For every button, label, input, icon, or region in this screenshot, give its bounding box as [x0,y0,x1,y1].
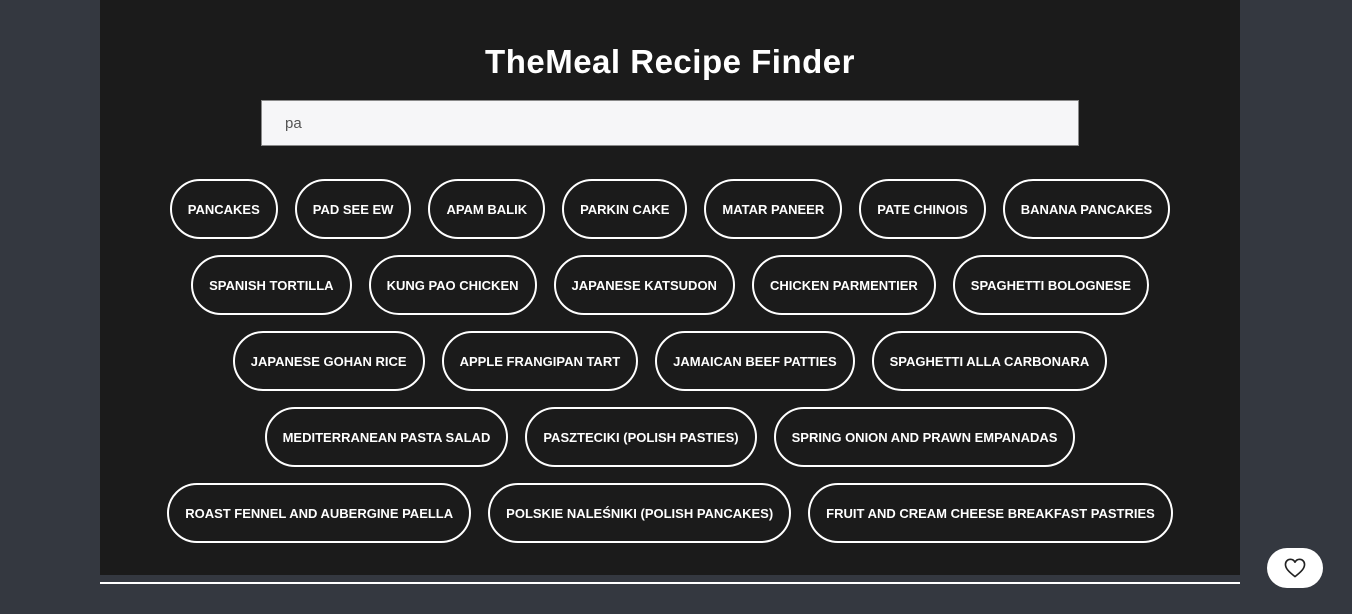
meal-button[interactable]: PAD SEE EW [294,179,412,239]
meal-button[interactable]: SPAGHETTI BOLOGNESE [952,255,1149,315]
meal-button[interactable]: MEDITERRANEAN PASTA SALAD [264,407,509,467]
meal-button[interactable]: FRUIT AND CREAM CHEESE BREAKFAST PASTRIE… [808,483,1173,543]
meal-button[interactable]: APPLE FRANGIPAN TART [441,331,639,391]
meal-button[interactable]: PANCAKES [169,179,278,239]
meal-button[interactable]: APAM BALIK [428,179,546,239]
meal-button[interactable]: BANANA PANCAKES [1002,179,1171,239]
footer-divider [100,582,1240,584]
meal-button[interactable]: JAPANESE GOHAN RICE [232,331,425,391]
meal-row: PANCAKES PAD SEE EW APAM BALIK PARKIN CA… [100,179,1240,239]
meal-row: ROAST FENNEL AND AUBERGINE PAELLA POLSKI… [100,483,1240,543]
meal-row: JAPANESE GOHAN RICE APPLE FRANGIPAN TART… [100,331,1240,391]
meal-button[interactable]: SPAGHETTI ALLA CARBONARA [871,331,1108,391]
heart-icon [1284,558,1306,578]
meal-button[interactable]: JAMAICAN BEEF PATTIES [655,331,855,391]
meal-button[interactable]: PARKIN CAKE [562,179,688,239]
meal-button[interactable]: SPANISH TORTILLA [191,255,352,315]
meal-button[interactable]: MATAR PANEER [704,179,843,239]
meal-button[interactable]: PASZTECIKI (POLISH PASTIES) [525,407,757,467]
meal-row: SPANISH TORTILLA KUNG PAO CHICKEN JAPANE… [100,255,1240,315]
favorites-button[interactable] [1267,548,1323,588]
search-input[interactable] [261,100,1079,146]
meal-button[interactable]: KUNG PAO CHICKEN [368,255,537,315]
meal-button[interactable]: PATE CHINOIS [859,179,986,239]
meal-button[interactable]: POLSKIE NALEŚNIKI (POLISH PANCAKES) [488,483,792,543]
meal-results: PANCAKES PAD SEE EW APAM BALIK PARKIN CA… [100,179,1240,559]
meal-row: MEDITERRANEAN PASTA SALAD PASZTECIKI (PO… [100,407,1240,467]
meal-button[interactable]: JAPANESE KATSUDON [553,255,735,315]
meal-button[interactable]: CHICKEN PARMENTIER [751,255,936,315]
meal-button[interactable]: SPRING ONION AND PRAWN EMPANADAS [773,407,1076,467]
meal-button[interactable]: ROAST FENNEL AND AUBERGINE PAELLA [167,483,472,543]
main-panel: TheMeal Recipe Finder PANCAKES PAD SEE E… [100,0,1240,575]
page-title: TheMeal Recipe Finder [485,43,855,80]
